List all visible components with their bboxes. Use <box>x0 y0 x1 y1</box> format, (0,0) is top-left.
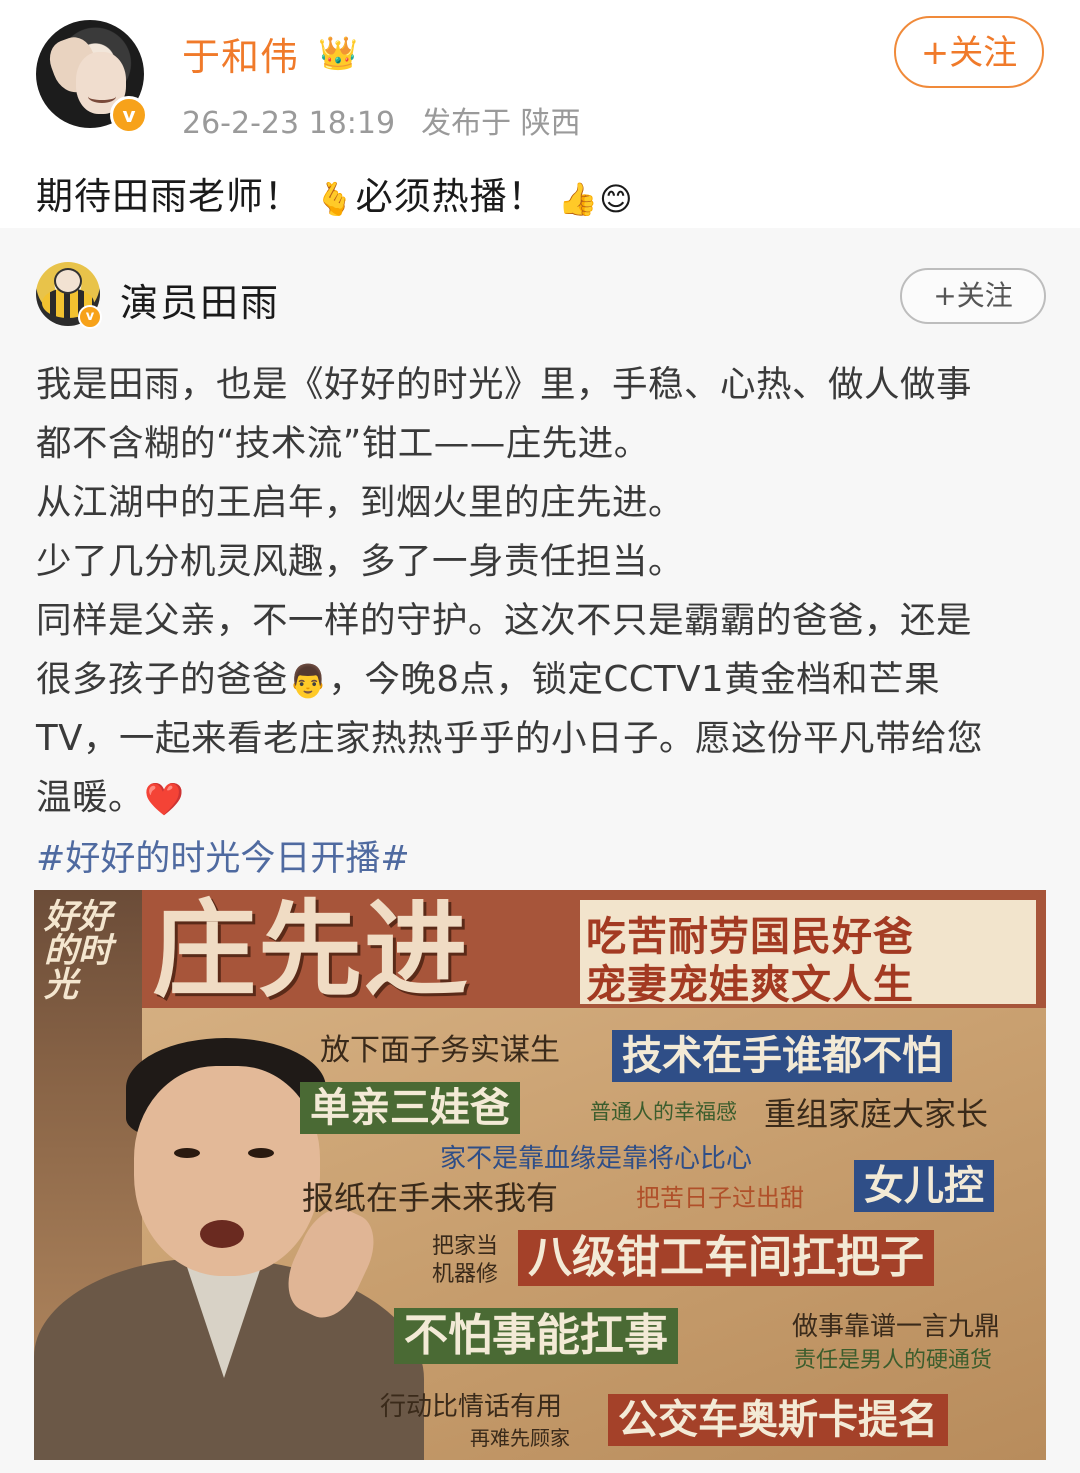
smile-emoji-icon: 😊 <box>599 179 634 218</box>
repost-line-6-end: ，今晚8点，锁定CCTV1黄金档和芒果 <box>328 659 941 700</box>
repost-line-3: 从江湖中的王启年，到烟火里的庄先进。 <box>36 482 685 523</box>
poster-tag: 责任是男人的硬通货 <box>794 1348 993 1373</box>
verified-badge-icon: v <box>110 96 148 134</box>
actor-figure <box>34 1008 434 1460</box>
poster-tag: 不怕事能扛事 <box>394 1308 678 1364</box>
repost-line-1: 我是田雨，也是《好好的时光》里，手稳、心热、做人做事 <box>36 364 973 405</box>
repost-line-8: 温暖。❤️ <box>36 769 184 820</box>
repost-line-8-text: 温暖。 <box>36 777 145 818</box>
post-location: 发布于 陕西 <box>421 106 581 141</box>
repost-line-5: 同样是父亲，不一样的守护。这次不只是霸霸的爸爸，还是 <box>36 600 973 641</box>
post-text-part2: 必须热播！ <box>355 175 546 218</box>
repost-follow-button[interactable]: +关注 <box>900 268 1046 324</box>
poster-tag: 技术在手谁都不怕 <box>612 1030 952 1082</box>
post-timestamp: 26-2-23 18:19 <box>182 106 396 141</box>
poster-tag: 再难先顾家 <box>470 1426 570 1450</box>
repost-line-6: 很多孩子的爸爸👨，今晚8点，锁定CCTV1黄金档和芒果 <box>36 651 940 702</box>
repost-verified-badge-icon: v <box>78 305 102 329</box>
crown-icon: 👑 <box>318 34 358 72</box>
repost-line-6-start: 很多孩子的爸爸 <box>36 659 289 700</box>
poster-image[interactable]: 好好的时光 庄先进 吃苦耐劳国民好爸 宠妻宠娃爽文人生 放下面子务实谋生 技术在… <box>34 890 1046 1460</box>
character-name: 庄先进 <box>152 890 471 1011</box>
topic-hashtag-link[interactable]: #好好的时光今日开播# <box>36 830 410 881</box>
man-emoji-icon: 👨 <box>288 662 329 700</box>
repost-line-2: 都不含糊的“技术流”钳工——庄先进。 <box>36 423 650 464</box>
post-meta: 26-2-23 18:19 发布于 陕西 <box>182 98 581 142</box>
poster-tag: 放下面子务实谋生 <box>320 1033 560 1068</box>
poster-tag: 公交车奥斯卡提名 <box>608 1394 948 1446</box>
post-text-part1: 期待田雨老师！ <box>36 175 302 218</box>
post-text: 期待田雨老师！ 🫰必须热播！ 👍😊 <box>36 166 634 220</box>
poster-tag: 报纸在手未来我有 <box>302 1179 559 1217</box>
poster-tag: 把苦日子过出甜 <box>636 1184 804 1212</box>
poster-tag: 重组家庭大家长 <box>764 1095 989 1133</box>
heart-emoji-icon: ❤️ <box>144 780 185 818</box>
poster-tag: 普通人的幸福感 <box>590 1100 737 1124</box>
poster-tag: 行动比情话有用 <box>380 1392 563 1422</box>
author-name[interactable]: 于和伟 <box>182 26 299 81</box>
poster-tag: 机器修 <box>432 1262 499 1287</box>
repost-line-4: 少了几分机灵风趣，多了一身责任担当。 <box>36 541 685 582</box>
poster-tag: 做事靠谱一言九鼎 <box>792 1312 1001 1342</box>
repost-author-name[interactable]: 演员田雨 <box>120 272 280 327</box>
poster-tag: 把家当 <box>432 1234 499 1259</box>
poster-tag: 家不是靠血缘是靠将心比心 <box>440 1144 753 1174</box>
slogan-line-2: 宠妻宠娃爽文人生 <box>586 962 914 1008</box>
poster-tag: 女儿控 <box>854 1160 994 1212</box>
finger-heart-emoji-icon: 🫰 <box>314 179 356 218</box>
repost-line-7: TV，一起来看老庄家热热乎乎的小日子。愿这份平凡带给您 <box>36 718 983 759</box>
thumbs-up-emoji-icon: 👍 <box>558 179 600 218</box>
poster-tag: 单亲三娃爸 <box>300 1082 520 1134</box>
poster-tag: 八级钳工车间扛把子 <box>518 1230 934 1286</box>
follow-button[interactable]: +关注 <box>894 16 1044 88</box>
show-logo: 好好的时光 <box>44 897 112 1005</box>
